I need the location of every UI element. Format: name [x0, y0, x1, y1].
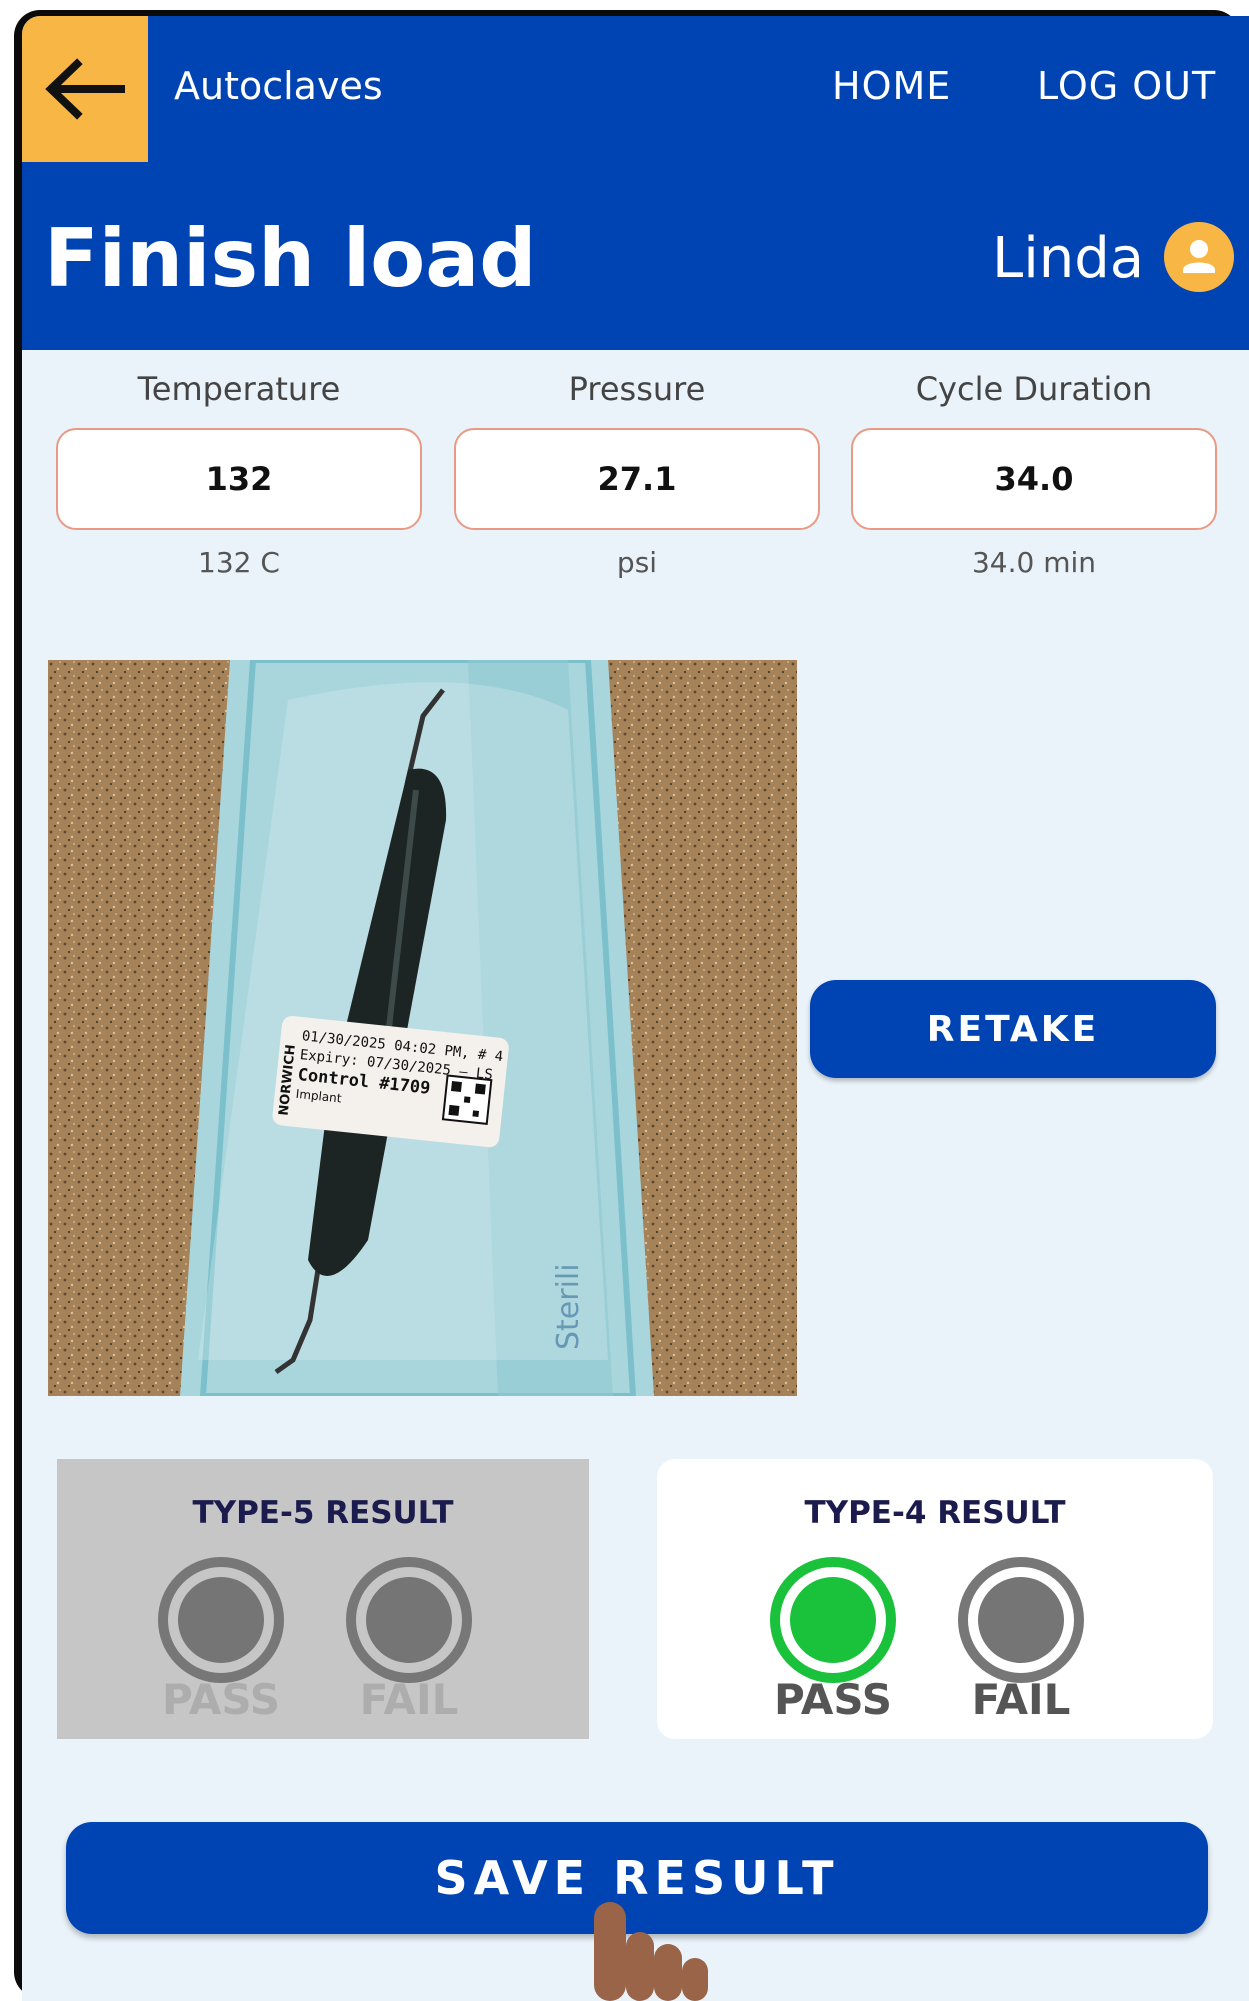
radio-dot [978, 1577, 1064, 1663]
type5-fail-radio[interactable] [346, 1557, 472, 1683]
pouch-text: Sterili [551, 1263, 586, 1350]
cycle-duration-input[interactable]: 34.0 [851, 428, 1217, 530]
cycle-duration-unit: 34.0 min [971, 546, 1097, 579]
type5-pass-radio[interactable] [158, 1557, 284, 1683]
cycle-duration-label: Cycle Duration [915, 370, 1153, 408]
breadcrumb[interactable]: Autoclaves [174, 64, 383, 108]
app-header: Autoclaves HOME LOG OUT Finish load Lind… [22, 16, 1249, 350]
temperature-input[interactable]: 132 [56, 428, 422, 530]
pointer-hand-icon [594, 1902, 708, 2001]
type5-fail-label: FAIL [359, 1675, 459, 1724]
logout-link[interactable]: LOG OUT [1037, 64, 1216, 108]
type4-pass-label: PASS [773, 1675, 893, 1724]
radio-dot [790, 1577, 876, 1663]
avatar[interactable] [1164, 222, 1234, 292]
type4-result-panel: TYPE-4 RESULT PASS FAIL [657, 1459, 1213, 1739]
pressure-label: Pressure [568, 370, 706, 408]
type4-fail-radio[interactable] [958, 1557, 1084, 1683]
type4-result-title: TYPE-4 RESULT [804, 1495, 1066, 1531]
back-button[interactable] [22, 16, 148, 162]
app-screen: Autoclaves HOME LOG OUT Finish load Lind… [22, 16, 1249, 2001]
pressure-unit: psi [616, 546, 658, 579]
type5-result-title: TYPE-5 RESULT [192, 1495, 454, 1531]
page-title: Finish load [44, 212, 537, 305]
home-link[interactable]: HOME [832, 64, 951, 108]
pressure-input[interactable]: 27.1 [454, 428, 820, 530]
arrow-left-icon [45, 58, 125, 120]
temperature-unit: 132 C [198, 546, 280, 579]
type4-pass-radio[interactable] [770, 1557, 896, 1683]
type5-pass-label: PASS [161, 1675, 281, 1724]
radio-dot [178, 1577, 264, 1663]
retake-button[interactable]: RETAKE [810, 980, 1216, 1078]
type4-fail-label: FAIL [971, 1675, 1071, 1724]
user-icon [1183, 240, 1215, 273]
temperature-label: Temperature [137, 370, 341, 408]
load-photo: 01/30/2025 04:02 PM, # 4 Expiry: 07/30/2… [48, 660, 797, 1396]
radio-dot [366, 1577, 452, 1663]
type5-result-panel: TYPE-5 RESULT PASS FAIL [57, 1459, 589, 1739]
user-name: Linda [992, 226, 1145, 291]
